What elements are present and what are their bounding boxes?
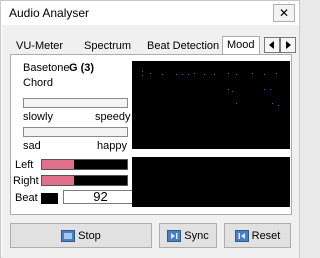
close-button[interactable]: ✕	[273, 4, 295, 22]
tempo-slowly-label: slowly	[23, 111, 53, 123]
right-channel-meter	[41, 175, 128, 186]
client-area: VU-Meter Spectrum Beat Detection Mood Ba…	[2, 25, 299, 258]
audio-analyser-window: Audio Analyser ✕ VU-Meter Spectrum Beat …	[0, 0, 300, 258]
basetone-label: Basetone	[23, 62, 70, 74]
triangle-right-icon	[286, 41, 291, 49]
mood-panel: Basetone G (3) Chord slowly speedy sad h…	[10, 54, 292, 215]
basetone-value: G (3)	[69, 62, 95, 74]
mood-sad-label: sad	[23, 140, 41, 152]
left-channel-level	[42, 160, 75, 169]
chord-display	[132, 61, 290, 149]
stop-button-label: Stop	[78, 229, 101, 242]
triangle-left-icon	[269, 41, 274, 49]
reset-button-label: Reset	[251, 229, 281, 242]
tab-scroll-left-button[interactable]	[264, 37, 280, 53]
beat-label: Beat	[15, 192, 38, 204]
right-channel-label: Right	[13, 175, 39, 187]
mood-slider[interactable]	[23, 127, 128, 137]
reset-icon	[234, 229, 249, 242]
stop-icon	[61, 229, 76, 242]
tab-scroll-right-button[interactable]	[280, 37, 296, 53]
left-channel-label: Left	[15, 159, 34, 171]
tab-mood[interactable]: Mood	[222, 36, 260, 55]
tempo-slider[interactable]	[23, 98, 128, 108]
reset-button[interactable]: Reset	[224, 223, 291, 248]
mood-display	[132, 157, 290, 207]
beat-indicator	[41, 193, 58, 204]
tempo-speedy-label: speedy	[95, 111, 131, 123]
stop-button[interactable]: Stop	[10, 223, 152, 248]
tab-beat-detection[interactable]: Beat Detection	[143, 38, 223, 54]
left-channel-meter	[41, 159, 128, 170]
sync-button[interactable]: Sync	[159, 223, 217, 248]
window-title: Audio Analyser	[9, 6, 90, 20]
title-bar: Audio Analyser ✕	[1, 1, 299, 25]
tab-spectrum[interactable]: Spectrum	[80, 38, 135, 54]
right-channel-level	[42, 176, 75, 185]
tab-vu-meter[interactable]: VU-Meter	[12, 38, 67, 54]
beat-value: 92	[63, 190, 138, 204]
sync-icon	[167, 229, 182, 242]
chord-label: Chord	[23, 77, 53, 89]
mood-happy-label: happy	[97, 140, 127, 152]
sync-button-label: Sync	[184, 229, 209, 242]
tab-bar: VU-Meter Spectrum Beat Detection Mood	[10, 36, 300, 55]
